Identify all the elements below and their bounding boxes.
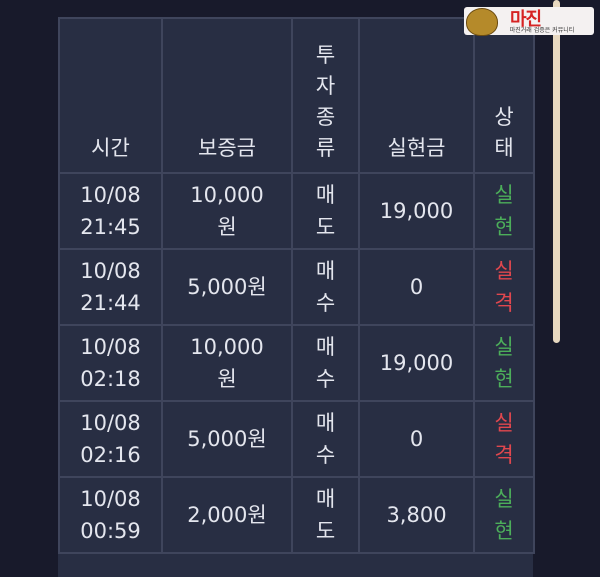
cell-realized: 19,000 [358,324,475,402]
header-realized: 실현금 [358,17,475,174]
scrollbar-thumb[interactable] [553,0,560,343]
table-row: 10/08 21:44 5,000원 매수 0 실격 [58,248,535,326]
cell-type: 매수 [291,248,360,326]
cell-status: 실현 [473,172,535,250]
cell-deposit: 10,000원 [161,324,293,402]
cell-deposit: 5,000원 [161,400,293,478]
header-status: 상태 [473,17,535,174]
cell-realized: 3,800 [358,476,475,554]
table-header-row: 시간 보증금 투자종류 실현금 상태 [58,17,535,174]
logo-subtitle: 마진거래 검증은 커뮤니티 [509,27,575,34]
cell-type: 매도 [291,172,360,250]
cell-time: 10/08 21:45 [58,172,163,250]
cell-deposit: 5,000원 [161,248,293,326]
cell-status: 실현 [473,324,535,402]
cell-type: 매수 [291,324,360,402]
table-row: 10/08 02:18 10,000원 매수 19,000 실현 [58,324,535,402]
table-row: 10/08 21:45 10,000원 매도 19,000 실현 [58,172,535,250]
cell-type: 매수 [291,400,360,478]
cell-deposit: 2,000원 [161,476,293,554]
cell-type: 매도 [291,476,360,554]
cell-status: 실격 [473,400,535,478]
cell-realized: 19,000 [358,172,475,250]
header-type: 투자종류 [291,17,360,174]
header-deposit: 보증금 [161,17,293,174]
watermark-logo: 마진 마진거래 검증은 커뮤니티 [464,7,594,36]
cell-realized: 0 [358,248,475,326]
trade-history-table: 시간 보증금 투자종류 실현금 상태 10/08 21:45 10,000원 매도… [58,17,535,554]
cell-deposit: 10,000원 [161,172,293,250]
cell-time: 10/08 21:44 [58,248,163,326]
cell-realized: 0 [358,400,475,478]
cell-status: 실현 [473,476,535,554]
cell-time: 10/08 00:59 [58,476,163,554]
cell-time: 10/08 02:18 [58,324,163,402]
cell-time: 10/08 02:16 [58,400,163,478]
header-time: 시간 [58,17,163,174]
cell-status: 실격 [473,248,535,326]
table-row: 10/08 00:59 2,000원 매도 3,800 실현 [58,476,535,554]
table-row: 10/08 02:16 5,000원 매수 0 실격 [58,400,535,478]
